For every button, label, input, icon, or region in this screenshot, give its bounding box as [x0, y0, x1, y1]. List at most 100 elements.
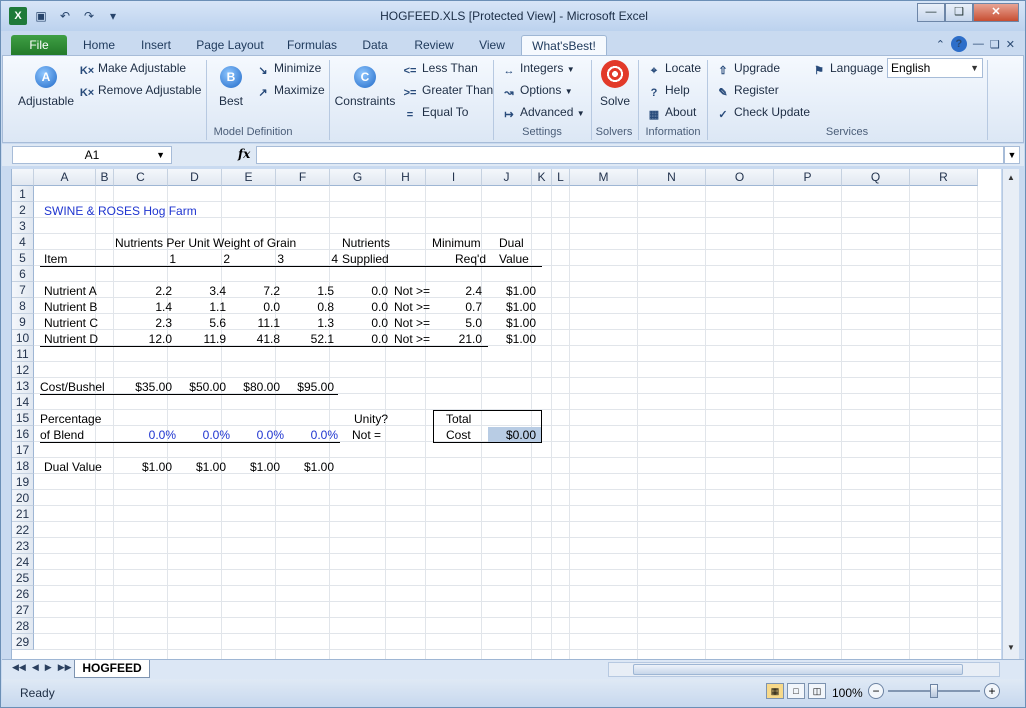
nutrient-value[interactable]: 11.9: [178, 331, 226, 347]
column-header[interactable]: J: [482, 169, 532, 186]
row-header[interactable]: 1: [12, 186, 34, 202]
advanced-dropdown[interactable]: ↦ Advanced ▼: [501, 105, 584, 122]
help-button[interactable]: ? Help: [646, 83, 690, 101]
nutrient-value[interactable]: 12.0: [124, 331, 172, 347]
nutrient-value[interactable]: 5.6: [178, 315, 226, 331]
header-item[interactable]: Item: [44, 251, 67, 267]
nutrient-constraint-op[interactable]: Not >=: [394, 299, 430, 315]
last-sheet-icon[interactable]: ▶▶: [58, 662, 72, 673]
prev-sheet-icon[interactable]: ◀: [32, 662, 39, 673]
nutrient-value[interactable]: 1.5: [286, 283, 334, 299]
column-header[interactable]: Q: [842, 169, 910, 186]
row-header[interactable]: 7: [12, 282, 34, 298]
adjustable-button[interactable]: A Adjustable: [15, 66, 77, 108]
nutrient-constraint-op[interactable]: Not >=: [394, 315, 430, 331]
nutrient-value[interactable]: 2.3: [124, 315, 172, 331]
row-header[interactable]: 25: [12, 570, 34, 586]
about-button[interactable]: ▦ About: [646, 105, 697, 122]
normal-view-icon[interactable]: ▦: [766, 683, 784, 699]
grain-number-3[interactable]: 3: [232, 251, 284, 267]
nutrient-value[interactable]: 1.4: [124, 299, 172, 315]
row-header[interactable]: 18: [12, 458, 34, 474]
row-header[interactable]: 23: [12, 538, 34, 554]
header-dual[interactable]: Dual: [499, 235, 524, 251]
nutrient-name[interactable]: Nutrient C: [44, 315, 98, 331]
nutrient-minimum[interactable]: 0.7: [432, 299, 482, 315]
integers-dropdown[interactable]: ↔ Integers ▼: [501, 61, 575, 79]
nutrient-supplied[interactable]: 0.0: [338, 299, 388, 315]
total-label[interactable]: Total: [446, 411, 471, 427]
nutrient-name[interactable]: Nutrient B: [44, 299, 97, 315]
tab-review[interactable]: Review: [405, 35, 463, 55]
row-header[interactable]: 15: [12, 410, 34, 426]
row-header[interactable]: 26: [12, 586, 34, 602]
nutrient-value[interactable]: 7.2: [232, 283, 280, 299]
tab-page-layout[interactable]: Page Layout: [191, 35, 269, 55]
nutrient-dual[interactable]: $1.00: [486, 299, 536, 315]
nutrient-value[interactable]: 0.8: [286, 299, 334, 315]
options-dropdown[interactable]: ↝ Options ▼: [501, 83, 572, 100]
total-cost-label[interactable]: Cost: [446, 427, 471, 443]
column-header[interactable]: L: [552, 169, 570, 186]
header-supplied[interactable]: Supplied: [342, 251, 389, 267]
chevron-down-icon[interactable]: ▼: [156, 147, 165, 163]
formula-input[interactable]: [256, 146, 1004, 164]
nutrient-value[interactable]: 52.1: [286, 331, 334, 347]
locate-button[interactable]: ⌖ Locate: [646, 61, 701, 79]
column-header[interactable]: P: [774, 169, 842, 186]
nutrient-dual[interactable]: $1.00: [486, 331, 536, 347]
unity-not-equal[interactable]: Not =: [352, 427, 381, 443]
column-header[interactable]: B: [96, 169, 114, 186]
row-header[interactable]: 27: [12, 602, 34, 618]
blend-percentage[interactable]: 0.0%: [178, 427, 230, 443]
nutrient-minimum[interactable]: 5.0: [432, 315, 482, 331]
grain-number-2[interactable]: 2: [178, 251, 230, 267]
solve-button[interactable]: Solve: [595, 60, 635, 108]
language-select[interactable]: English ▼: [887, 58, 983, 78]
blend-percentage[interactable]: 0.0%: [232, 427, 284, 443]
column-header[interactable]: R: [910, 169, 978, 186]
row-header[interactable]: 21: [12, 506, 34, 522]
row-header[interactable]: 19: [12, 474, 34, 490]
zoom-in-icon[interactable]: +: [984, 683, 1000, 699]
nutrient-value[interactable]: 0.0: [232, 299, 280, 315]
column-header[interactable]: A: [34, 169, 96, 186]
row-header[interactable]: 28: [12, 618, 34, 634]
row-header[interactable]: 4: [12, 234, 34, 250]
upgrade-button[interactable]: ⇧ Upgrade: [715, 61, 780, 78]
row-header[interactable]: 22: [12, 522, 34, 538]
tab-view[interactable]: View: [469, 35, 515, 55]
nutrient-supplied[interactable]: 0.0: [338, 331, 388, 347]
register-button[interactable]: ✎ Register: [715, 83, 778, 100]
workbook-close-icon[interactable]: ✕: [1006, 38, 1015, 51]
nutrient-supplied[interactable]: 0.0: [338, 283, 388, 299]
row-header[interactable]: 17: [12, 442, 34, 458]
column-header[interactable]: E: [222, 169, 276, 186]
nutrient-dual[interactable]: $1.00: [486, 315, 536, 331]
dual-value[interactable]: $1.00: [232, 459, 280, 475]
nutrient-value[interactable]: 1.3: [286, 315, 334, 331]
nutrient-constraint-op[interactable]: Not >=: [394, 331, 430, 347]
dual-value[interactable]: $1.00: [124, 459, 172, 475]
expand-formula-bar-icon[interactable]: ▼: [1004, 146, 1020, 164]
minimize-button[interactable]: ↘ Minimize: [255, 61, 321, 78]
header-nutrients[interactable]: Nutrients: [342, 235, 390, 251]
vertical-scrollbar[interactable]: ▲ ▼: [1002, 169, 1019, 659]
page-break-view-icon[interactable]: ◫: [808, 683, 826, 699]
header-minimum[interactable]: Minimum: [432, 235, 481, 251]
best-button[interactable]: B Best: [211, 66, 251, 108]
row-header[interactable]: 3: [12, 218, 34, 234]
tab-formulas[interactable]: Formulas: [279, 35, 345, 55]
restore-window-button[interactable]: ❑: [945, 3, 973, 22]
tab-insert[interactable]: Insert: [131, 35, 181, 55]
row-header[interactable]: 6: [12, 266, 34, 282]
horizontal-scroll-thumb[interactable]: [633, 664, 963, 675]
first-sheet-icon[interactable]: ◀◀: [12, 662, 26, 673]
zoom-level[interactable]: 100%: [832, 686, 863, 700]
blend-percentage[interactable]: 0.0%: [286, 427, 338, 443]
insert-function-icon[interactable]: fx: [238, 147, 250, 161]
cost-value[interactable]: $35.00: [124, 379, 172, 395]
zoom-out-icon[interactable]: −: [868, 683, 884, 699]
nutrient-dual[interactable]: $1.00: [486, 283, 536, 299]
nutrient-value[interactable]: 1.1: [178, 299, 226, 315]
